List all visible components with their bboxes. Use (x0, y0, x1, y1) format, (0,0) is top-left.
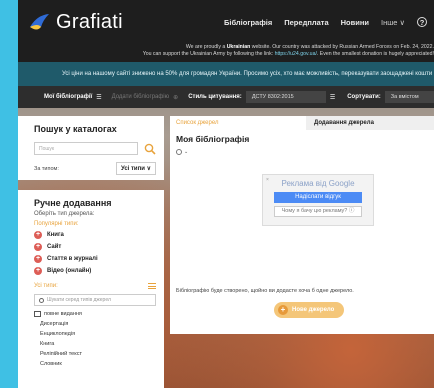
nav-bibliography[interactable]: Бібліографія (224, 18, 272, 27)
bibliography-main-panel: Список джерел Додавання джерела Моя бібл… (170, 116, 434, 334)
catalog-search-input[interactable]: Пошук (34, 142, 138, 155)
full-edition-label: повне видання (44, 311, 82, 317)
catalog-search-panel: Пошук у каталогах Пошук За типом: Усі ти… (18, 116, 164, 180)
tab-source-list[interactable]: Список джерел (170, 116, 306, 130)
add-book-label: Книга (47, 232, 64, 238)
top-navigation: Grafiati Бібліографія Передплата Новини … (18, 0, 434, 44)
select-all-checkbox[interactable]: ⌄ (176, 149, 434, 155)
discount-promo-banner: Усі ціни на нашому сайті знижено на 50% … (18, 62, 434, 86)
type-search-placeholder: Шукати серед типів джерел (47, 297, 111, 303)
plus-icon: + (34, 267, 42, 275)
banner-text-1b: website. Our country was attacked by Rus… (250, 44, 434, 50)
add-online-video-button[interactable]: + Відео (онлайн) (34, 267, 156, 275)
logo-text: Grafiati (56, 10, 123, 33)
nav-subscription[interactable]: Передплата (284, 18, 328, 27)
type-item-dissertation[interactable]: Дисертація (34, 321, 156, 327)
tab-add-source[interactable]: Додавання джерела (306, 116, 434, 130)
add-online-video-label: Відео (онлайн) (47, 268, 92, 274)
banner-text-1a: We are proudly a (185, 44, 227, 50)
list-menu-icon[interactable] (148, 283, 156, 289)
add-bibliography-button[interactable]: Додати бібліографію ⊕ (112, 94, 179, 101)
donation-link[interactable]: https://u24.gov.ua/ (275, 51, 317, 57)
nav-more[interactable]: Інше ∨ (381, 18, 405, 27)
search-icon (39, 297, 44, 303)
bibliography-title: Моя бібліографія (176, 134, 250, 144)
banner-text-2b: . Even the smallest donation is hugely a… (316, 51, 434, 57)
type-search-input[interactable]: Шукати серед типів джерел (34, 294, 156, 306)
banner-line-2: You can support the Ukrainian Army by fo… (18, 51, 434, 58)
chevron-down-icon: ⌄ (184, 149, 189, 155)
type-item-book[interactable]: Книга (34, 341, 156, 347)
manual-add-subtitle: Оберіть тип джерела: (34, 211, 95, 217)
plus-circle-icon: ⊕ (173, 94, 179, 101)
banner-text-2a: You can support the Ukrainian Army by fo… (142, 51, 275, 57)
add-website-label: Сайт (47, 244, 62, 250)
checkbox-icon (176, 149, 182, 155)
send-feedback-button[interactable]: Надіслати відгук (274, 192, 362, 203)
popular-types-label: Популярні типи: (34, 221, 79, 227)
plus-icon: + (34, 255, 42, 263)
all-types-label: Усі типи: (34, 283, 58, 289)
type-item-encyclopedia[interactable]: Енциклопедія (34, 331, 156, 337)
sort-control: Сортувати: За вмістом (347, 91, 434, 103)
why-this-ad-button[interactable]: Чому я бачу цю рекламу? ⓘ (274, 206, 362, 217)
nav-news[interactable]: Новини (341, 18, 369, 27)
sort-select[interactable]: За вмістом (384, 91, 434, 103)
logo-wing-icon (30, 14, 49, 30)
manual-add-title: Ручне додавання (34, 198, 112, 208)
full-edition-item[interactable]: повне видання (34, 311, 156, 317)
new-source-button[interactable]: + Нове джерело (274, 302, 345, 318)
new-source-label: Нове джерело (292, 307, 335, 313)
plus-icon: + (34, 243, 42, 251)
empty-bibliography-hint: Бібліографію буде створено, щойно ви дод… (176, 288, 354, 294)
catalog-search-title: Пошук у каталогах (34, 124, 117, 134)
type-item-dictionary[interactable]: Словник (34, 361, 156, 367)
main-nav: Бібліографія Передплата Новини Інше ∨ ? (224, 0, 427, 44)
type-item-religious-text[interactable]: Реліпійний текст (34, 351, 156, 357)
citation-style-select[interactable]: ДСТУ 8302:2015 (245, 91, 326, 103)
citation-style-control: Стиль цитування: ДСТУ 8302:2015 ☰ (188, 91, 335, 103)
google-ad-box: × Реклама від Google Надіслати відгук Чо… (262, 174, 374, 226)
all-types-row: Усі типи: (34, 283, 156, 289)
citation-style-label: Стиль цитування: (188, 94, 242, 100)
app-frame: Grafiati Бібліографія Передплата Новини … (18, 0, 434, 388)
add-book-button[interactable]: + Книга (34, 231, 156, 239)
menu-icon: ☰ (96, 94, 102, 101)
logo[interactable]: Grafiati (28, 11, 123, 34)
book-icon (34, 311, 41, 317)
type-filter-label: За типом: (34, 165, 59, 172)
banner-text-bold: Ukrainian (226, 44, 251, 50)
ukraine-support-banner: We are proudly a Ukrainian website. Our … (18, 44, 434, 62)
add-journal-article-button[interactable]: + Стаття в журналі (34, 255, 156, 263)
ad-title: Реклама від Google (281, 179, 355, 188)
type-filter-row: За типом: Усі типи ∨ (34, 162, 156, 175)
help-icon[interactable]: ? (417, 17, 427, 27)
my-bibliographies-menu[interactable]: Мої бібліографії ☰ (44, 94, 102, 101)
add-journal-article-label: Стаття в журналі (47, 256, 98, 262)
catalog-search-row: Пошук (34, 142, 156, 155)
bibliography-toolbar: Мої бібліографії ☰ Додати бібліографію ⊕… (18, 86, 434, 108)
main-tabs: Список джерел Додавання джерела (170, 116, 434, 130)
add-bibliography-label: Додати бібліографію (111, 94, 170, 100)
banner-line-1: We are proudly a Ukrainian website. Our … (18, 44, 434, 51)
source-type-list: Дисертація Енциклопедія Книга Реліпійний… (34, 321, 156, 367)
sort-label: Сортувати: (347, 94, 381, 100)
my-bibliographies-label: Мої бібліографії (44, 94, 93, 100)
add-website-button[interactable]: + Сайт (34, 243, 156, 251)
type-filter-select[interactable]: Усі типи ∨ (115, 162, 156, 175)
menu-lines-icon[interactable]: ☰ (330, 94, 335, 101)
plus-icon: + (278, 305, 288, 315)
manual-add-panel: Ручне додавання Оберіть тип джерела: Поп… (18, 190, 164, 388)
close-icon[interactable]: × (266, 177, 269, 183)
search-icon[interactable] (144, 143, 156, 155)
plus-icon: + (34, 231, 42, 239)
